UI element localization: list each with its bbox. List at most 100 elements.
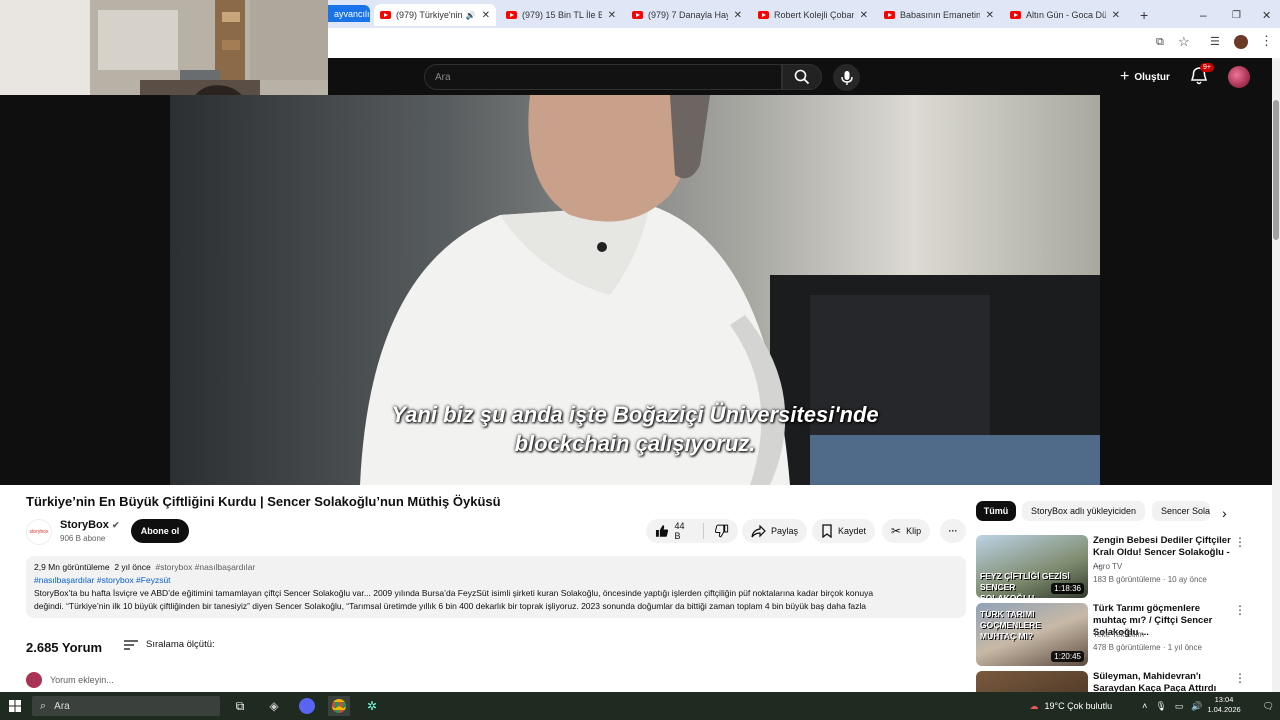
recommendation-title[interactable]: Süleyman, Mahidevran'ı Saraydan Kaça Paç… [1093,671,1233,692]
create-button[interactable]: + Oluştur [1120,65,1170,89]
bookmark-icon [822,524,832,538]
video-duration: 1:20:45 [1051,651,1084,662]
recommendation-item[interactable]: TÜRK TARIMI GÖÇMENLERE MUHTAÇ MI? 1:20:4… [976,603,1272,667]
scrollbar-thumb[interactable] [1273,100,1279,240]
tab-label: Altın Gün - Goca Dünya [1026,10,1106,20]
system-clock[interactable]: 13:04 1.04.2026 [1202,695,1246,715]
video-thumbnail[interactable]: FEYZ ÇİFTLİĞİ GEZİSİ SENCER SOLAKOĞLU 1:… [976,535,1088,598]
thumbs-down-icon[interactable] [715,524,729,538]
task-view-icon[interactable]: ⧉ [229,696,251,716]
video-thumbnail[interactable]: TÜRK TARIMI GÖÇMENLERE MUHTAÇ MI? 1:20:4… [976,603,1088,666]
hashtags-top[interactable]: #storybox #nasılbaşardılar [155,562,255,572]
add-comment-input[interactable]: Yorum ekleyin... [50,675,114,685]
profile-avatar[interactable] [1234,35,1248,49]
browser-menu-icon[interactable]: ⋮ [1260,33,1273,49]
weather-text[interactable]: 19°C Çok bulutlu [1044,701,1112,711]
channel-logo-text: storybox [29,529,49,535]
volume-icon[interactable]: 🔊 [1191,701,1202,712]
tab-label: (979) Türkiye'nin En Bü [396,10,463,20]
video-duration: 1:18:36 [1051,583,1084,594]
add-comment-row[interactable]: Yorum ekleyin... [26,672,114,688]
sort-comments-button[interactable]: Sıralama ölçütü: [124,639,215,650]
youtube-icon [1010,11,1021,19]
voice-search-button[interactable] [833,64,860,91]
chip-from-uploader[interactable]: StoryBox adlı yükleyiciden [1022,501,1146,521]
share-label: Paylaş [771,526,799,536]
chevron-up-icon[interactable]: ˄ [1142,701,1147,711]
close-icon[interactable]: ✕ [482,10,490,21]
sort-icon [124,639,138,650]
hashtags[interactable]: #nasılbaşardılar #storybox #Feyzsüt [34,574,958,587]
sort-label: Sıralama ölçütü: [146,639,215,650]
tab-partial[interactable]: ayvancılık [328,5,370,22]
share-button[interactable]: Paylaş [742,519,808,543]
recommendation-meta: 478 B görüntüleme · 1 yıl önce [1093,643,1202,652]
chevron-right-icon[interactable]: › [1222,505,1227,521]
recommendation-item[interactable]: Süleyman, Mahidevran'ı Saraydan Kaça Paç… [976,671,1272,692]
notification-center-icon[interactable]: 🗨 [1263,701,1274,712]
more-actions-button[interactable]: ··· [940,519,966,543]
tab-6[interactable]: Altın Gün - Goca Dünya ✕ [1004,4,1126,26]
channel-name-label: StoryBox [60,519,109,531]
recommendation-channel[interactable]: Teke Tek Bilim [1093,630,1144,639]
windows-start-icon[interactable] [4,696,26,716]
description-meta: 2,9 Mn görüntüleme 2 yıl önce #storybox … [34,561,958,574]
save-button[interactable]: Kaydet [812,519,876,543]
clock-date: 1.04.2026 [1207,705,1241,714]
channel-avatar[interactable]: storybox [26,519,52,545]
taskbar-search[interactable]: ⌕ Ara [32,696,220,716]
search-input[interactable]: Ara [424,64,782,90]
restore-icon[interactable]: ❐ [1226,4,1246,26]
create-label: Oluştur [1134,71,1170,83]
tab-5[interactable]: Babasının Emanetine S ✕ [878,4,1000,26]
description-box[interactable]: 2,9 Mn görüntüleme 2 yıl önce #storybox … [26,556,966,618]
description-line-2: değindi. “Türkiye’nin ilk 10 büyük çiftl… [34,601,867,611]
chip-sencer[interactable]: Sencer Solak [1152,501,1210,521]
speaker-icon[interactable]: 🔊 [466,11,476,20]
more-options-icon[interactable]: ⋮ [1234,671,1246,685]
media-icon[interactable]: ☰ [1210,35,1220,48]
search-icon: ⌕ [40,699,47,712]
discord-icon[interactable] [296,696,318,716]
tab-2[interactable]: (979) 15 Bin TL İle Başl ✕ [500,4,622,26]
youtube-header: Ara + Oluştur 9+ [328,58,1272,95]
app-icon[interactable]: ◈ [263,696,285,716]
youtube-icon [884,11,895,19]
window-close-icon[interactable]: ✕ [1256,4,1276,26]
scissors-icon: ✂ [891,524,902,538]
browser-tab-strip: ayvancılık (979) Türkiye'nin En Bü 🔊 ✕ (… [328,0,1280,28]
like-button[interactable]: 44 B [655,521,692,541]
network-icon[interactable]: ▭ [1175,701,1184,712]
chrome-icon[interactable] [328,696,350,716]
account-avatar[interactable] [1228,66,1250,88]
subtitle-line-2: blockchain çalışıyoruz. [514,431,756,456]
recommendation-item[interactable]: FEYZ ÇİFTLİĞİ GEZİSİ SENCER SOLAKOĞLU 1:… [976,535,1272,599]
close-icon[interactable]: ✕ [860,10,868,21]
chip-all[interactable]: Tümü [976,501,1016,521]
close-icon[interactable]: ✕ [734,10,742,21]
tab-active[interactable]: (979) Türkiye'nin En Bü 🔊 ✕ [374,4,496,26]
minimize-icon[interactable]: – [1194,4,1214,26]
more-options-icon[interactable]: ⋮ [1234,603,1246,617]
close-icon[interactable]: ✕ [986,10,994,21]
bookmark-star-icon[interactable]: ☆ [1178,34,1190,50]
app2-icon[interactable]: ✲ [361,696,383,716]
video-thumbnail[interactable] [976,671,1088,692]
mic-tray-icon[interactable]: 🎙 [1155,701,1166,712]
recommendation-channel[interactable]: Agro TV [1093,562,1122,571]
youtube-icon [632,11,643,19]
plus-icon: + [1120,68,1130,85]
install-icon[interactable]: ⧉ [1156,36,1164,49]
youtube-icon [758,11,769,19]
like-count: 44 B [674,521,685,541]
subscribe-button[interactable]: Abone ol [131,519,189,543]
close-icon[interactable]: ✕ [608,10,616,21]
tab-4[interactable]: Robert Kolejli Çoban | ✕ [752,4,874,26]
clip-button[interactable]: ✂ Klip [882,519,931,543]
more-options-icon[interactable]: ⋮ [1234,535,1246,549]
channel-name[interactable]: StoryBox ✔ [60,519,120,531]
new-tab-button[interactable]: + [1134,4,1156,26]
tab-3[interactable]: (979) 7 Danayla Hayval ✕ [626,4,748,26]
close-icon[interactable]: ✕ [1112,10,1120,21]
search-button[interactable] [782,64,822,90]
